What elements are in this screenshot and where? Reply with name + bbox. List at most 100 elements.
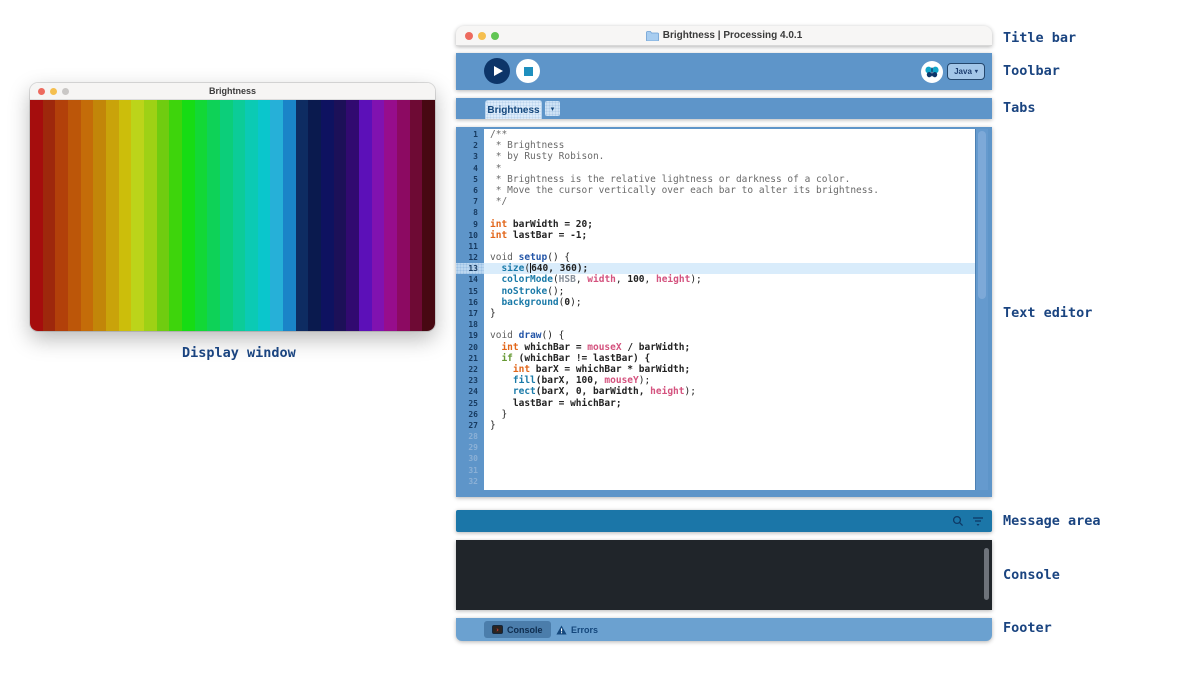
- annotation-footer: Footer: [1003, 620, 1052, 636]
- gutter-line-number: 32: [456, 476, 484, 487]
- code-line[interactable]: void draw() {: [484, 330, 975, 341]
- code-line[interactable]: size(640, 360);: [484, 263, 975, 274]
- stop-button[interactable]: [516, 59, 540, 83]
- stop-icon: [524, 67, 533, 76]
- color-bar: [55, 100, 68, 331]
- code-line[interactable]: [484, 476, 975, 487]
- search-icon[interactable]: [952, 515, 964, 527]
- annotation-text-editor: Text editor: [1003, 305, 1092, 321]
- code-line[interactable]: }: [484, 308, 975, 319]
- code-line[interactable]: * Brightness: [484, 140, 975, 151]
- ide-console[interactable]: [456, 540, 992, 610]
- code-line[interactable]: }: [484, 409, 975, 420]
- gutter-line-number: 13: [456, 263, 484, 274]
- editor-scrollbar-thumb[interactable]: [978, 131, 986, 299]
- code-line[interactable]: int lastBar = -1;: [484, 230, 975, 241]
- footer-errors-tab[interactable]: Errors: [556, 621, 598, 638]
- code-token: setup: [519, 252, 548, 263]
- code-line[interactable]: [484, 442, 975, 453]
- gutter-line-number: 25: [456, 398, 484, 409]
- gutter-line-number: 29: [456, 442, 484, 453]
- editor-code[interactable]: /** * Brightness * by Rusty Robison. * *…: [484, 129, 975, 490]
- code-token: *: [490, 163, 501, 174]
- code-line[interactable]: [484, 453, 975, 464]
- color-bar: [270, 100, 283, 331]
- code-token: [490, 274, 501, 285]
- ide-title-bar[interactable]: Brightness | Processing 4.0.1: [456, 26, 992, 46]
- gutter-line-number: 1: [456, 129, 484, 140]
- code-token: colorMode: [501, 274, 552, 285]
- code-token: [490, 364, 513, 375]
- code-line[interactable]: lastBar = whichBar;: [484, 398, 975, 409]
- code-token: ,: [576, 274, 587, 285]
- console-icon: ›: [492, 625, 503, 634]
- editor-scrollbar[interactable]: [975, 129, 988, 490]
- code-line[interactable]: /**: [484, 129, 975, 140]
- code-line[interactable]: int barWidth = 20;: [484, 219, 975, 230]
- color-bar: [169, 100, 182, 331]
- code-line[interactable]: background(0);: [484, 297, 975, 308]
- code-token: );: [639, 375, 650, 386]
- console-scrollbar-thumb[interactable]: [984, 548, 989, 600]
- gutter-line-number: 6: [456, 185, 484, 196]
- color-bar: [144, 100, 157, 331]
- code-line[interactable]: * Move the cursor vertically over each b…: [484, 185, 975, 196]
- gutter-line-number: 20: [456, 342, 484, 353]
- code-line[interactable]: * Brightness is the relative lightness o…: [484, 174, 975, 185]
- gutter-line-number: 8: [456, 207, 484, 218]
- color-bar: [422, 100, 435, 331]
- display-canvas[interactable]: [30, 100, 435, 331]
- code-token: width: [587, 274, 616, 285]
- color-bar: [233, 100, 246, 331]
- code-line[interactable]: */: [484, 196, 975, 207]
- code-token: /**: [490, 129, 507, 140]
- gutter-line-number: 10: [456, 230, 484, 241]
- code-line[interactable]: int barX = whichBar * barWidth;: [484, 364, 975, 375]
- code-token: [490, 286, 501, 297]
- gutter-line-number: 18: [456, 319, 484, 330]
- code-token: );: [570, 297, 581, 308]
- code-line[interactable]: noStroke();: [484, 286, 975, 297]
- mode-selector[interactable]: Java ▾: [947, 63, 985, 80]
- gutter-line-number: 31: [456, 465, 484, 476]
- tab-menu-button[interactable]: ▾: [545, 101, 560, 116]
- code-line[interactable]: colorMode(HSB, width, 100, height);: [484, 274, 975, 285]
- display-window-title-bar[interactable]: Brightness: [30, 83, 435, 100]
- mode-label: Java: [954, 67, 972, 76]
- code-line[interactable]: fill(barX, 100, mouseY);: [484, 375, 975, 386]
- code-token: [490, 263, 501, 274]
- clear-console-icon[interactable]: [972, 515, 984, 527]
- color-bar: [245, 100, 258, 331]
- debug-butterfly-icon: [925, 66, 939, 78]
- code-line[interactable]: [484, 319, 975, 330]
- debug-button[interactable]: [921, 61, 943, 83]
- code-line[interactable]: void setup() {: [484, 252, 975, 263]
- code-token: mouseY: [604, 375, 638, 386]
- color-bar: [321, 100, 334, 331]
- code-token: }: [490, 409, 507, 420]
- code-line[interactable]: [484, 207, 975, 218]
- code-token: * by Rusty Robison.: [490, 151, 604, 162]
- annotation-message-area: Message area: [1003, 513, 1101, 529]
- code-token: int: [490, 219, 507, 230]
- code-line[interactable]: * by Rusty Robison.: [484, 151, 975, 162]
- code-line[interactable]: [484, 465, 975, 476]
- display-window-title: Brightness: [30, 86, 435, 96]
- code-token: * Brightness: [490, 140, 564, 151]
- code-line[interactable]: }: [484, 420, 975, 431]
- gutter-line-number: 23: [456, 375, 484, 386]
- code-line[interactable]: rect(barX, 0, barWidth, height);: [484, 386, 975, 397]
- code-line[interactable]: [484, 431, 975, 442]
- code-token: }: [490, 420, 496, 431]
- footer-console-tab[interactable]: › Console: [484, 621, 551, 638]
- code-token: background: [501, 297, 558, 308]
- code-line[interactable]: int whichBar = mouseX / barWidth;: [484, 342, 975, 353]
- run-button[interactable]: [484, 58, 510, 84]
- code-token: );: [690, 274, 701, 285]
- color-bar: [334, 100, 347, 331]
- tab-brightness[interactable]: Brightness: [485, 100, 542, 119]
- gutter-line-number: 11: [456, 241, 484, 252]
- code-line[interactable]: if (whichBar != lastBar) {: [484, 353, 975, 364]
- code-line[interactable]: *: [484, 163, 975, 174]
- code-line[interactable]: [484, 241, 975, 252]
